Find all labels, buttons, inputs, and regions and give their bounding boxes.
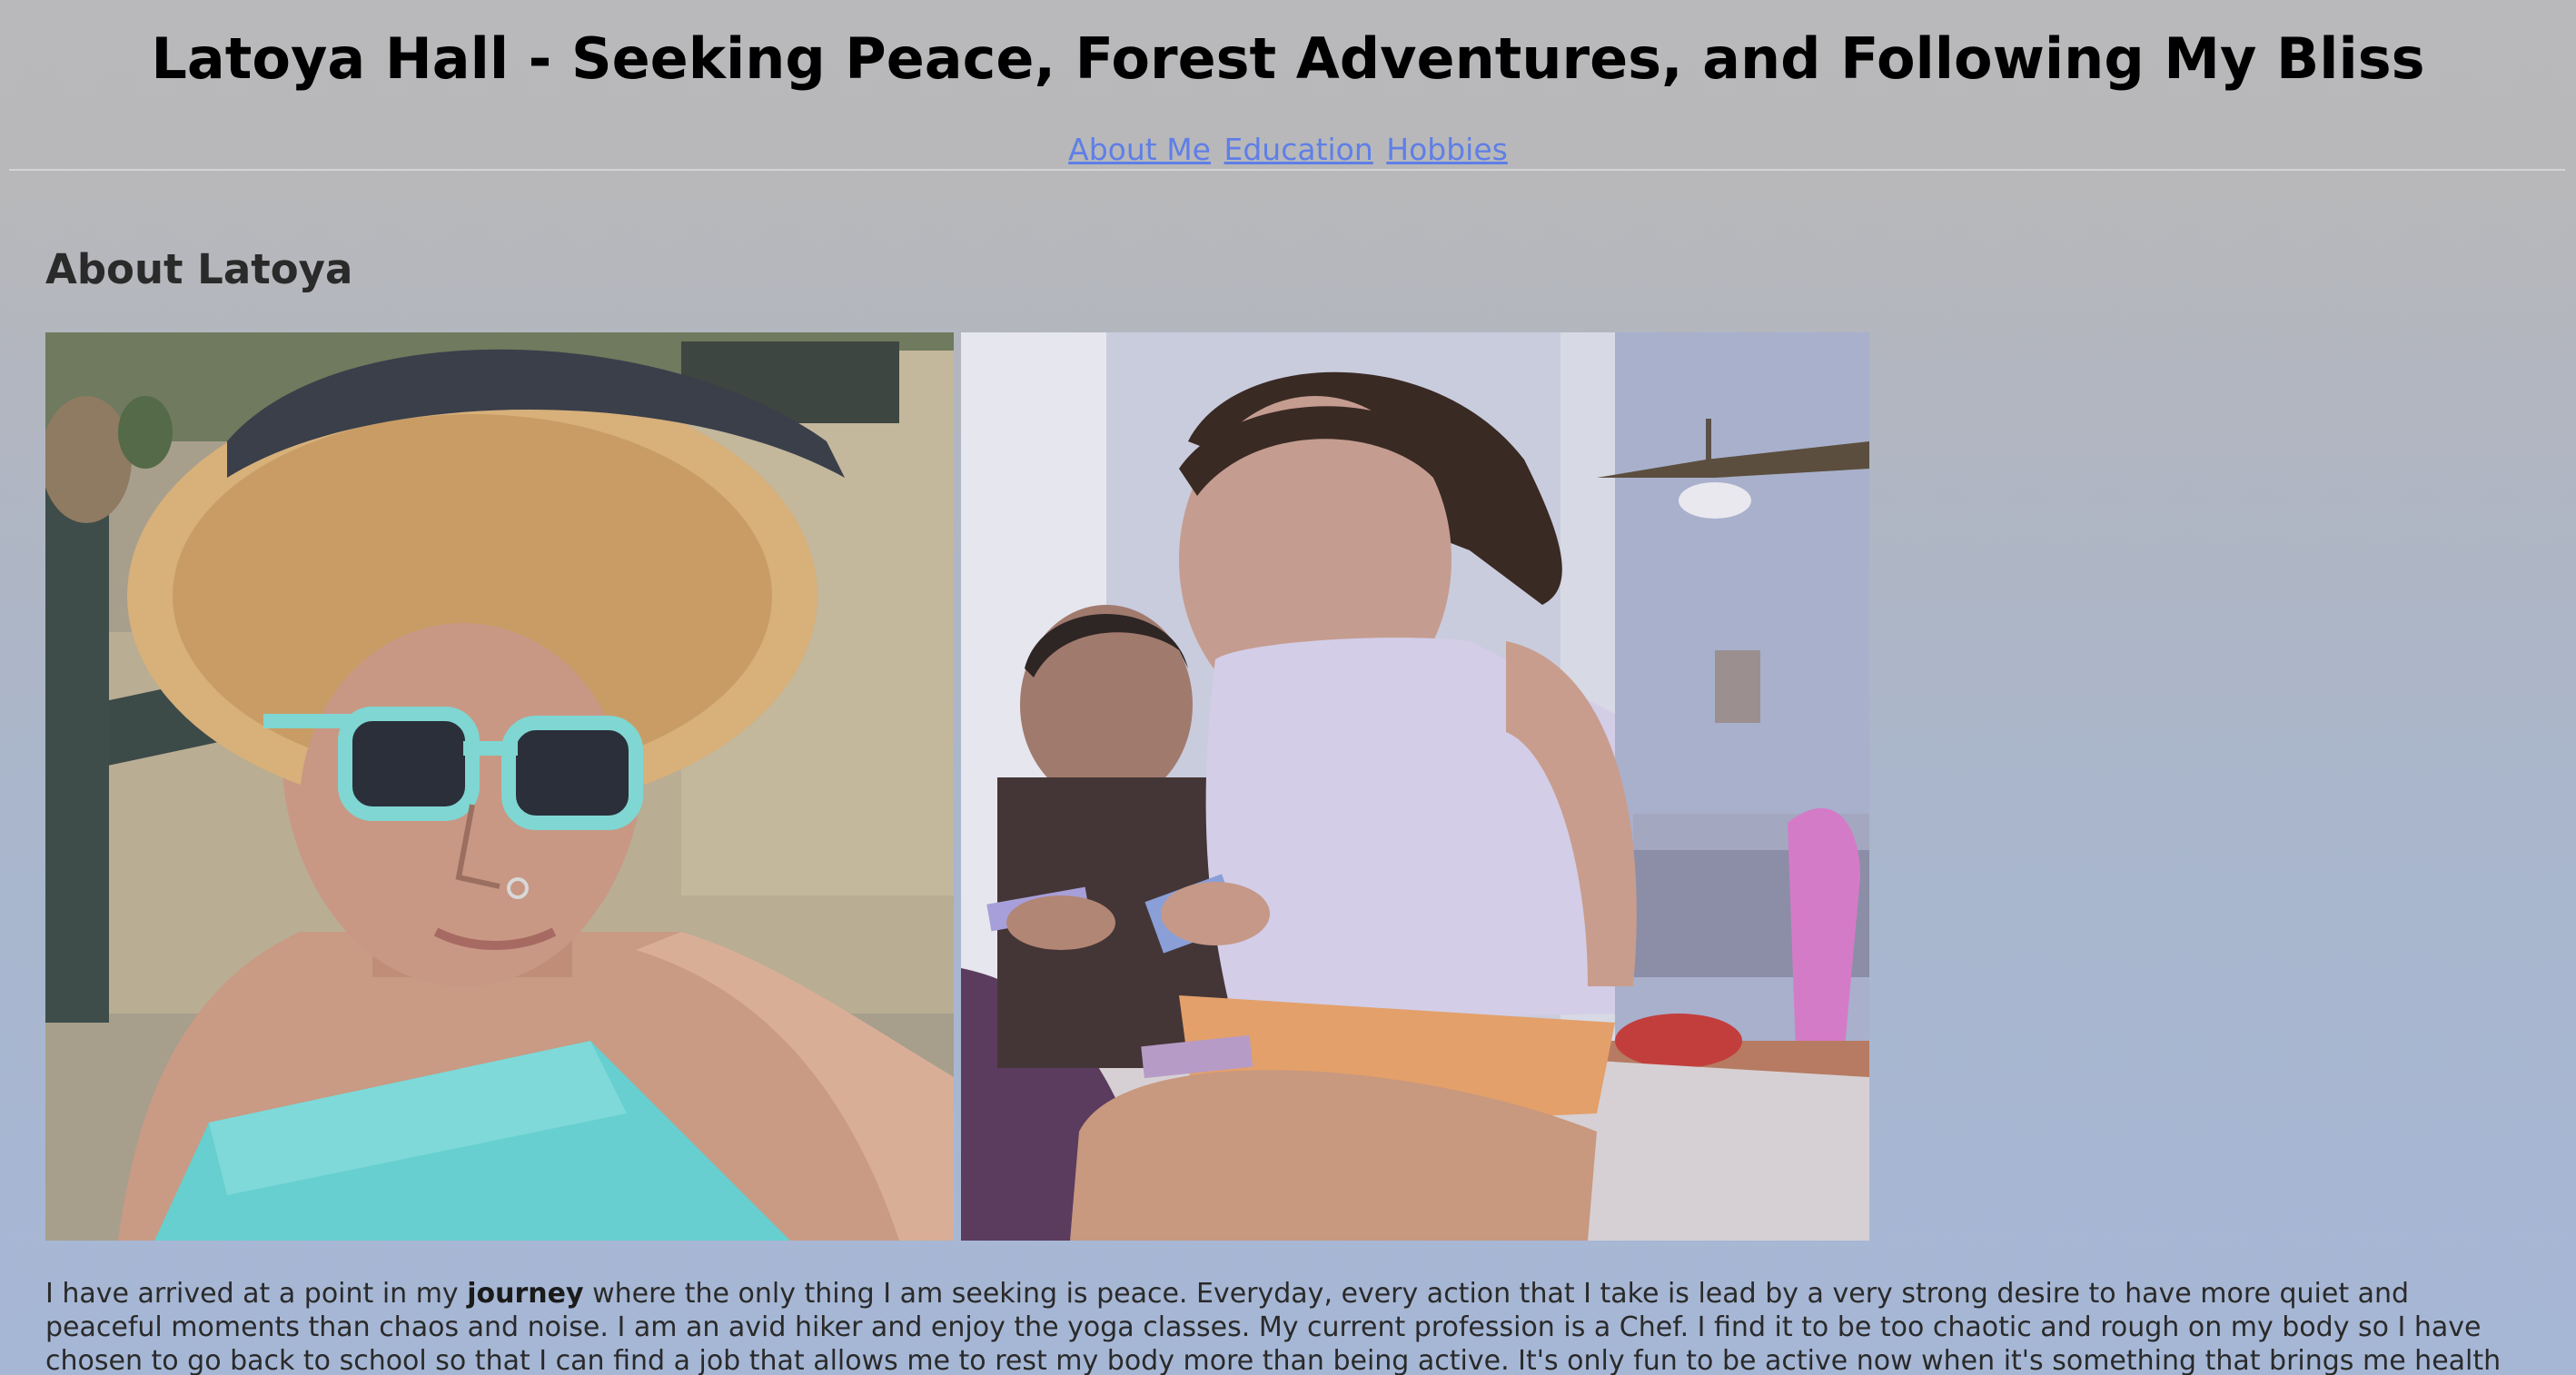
section-title-about: About Latoya <box>45 245 353 293</box>
nav-link-hobbies[interactable]: Hobbies <box>1386 132 1508 167</box>
header-divider <box>9 169 2565 171</box>
about-text-bold-journey: journey <box>467 1278 584 1310</box>
nav-link-about-me[interactable]: About Me <box>1068 132 1211 167</box>
page-title: Latoya Hall - Seeking Peace, Forest Adve… <box>151 25 2425 92</box>
about-text-start: I have arrived at a point in my <box>45 1278 468 1310</box>
site-header: Latoya Hall - Seeking Peace, Forest Adve… <box>0 0 2576 173</box>
nav-link-education[interactable]: Education <box>1224 132 1372 167</box>
about-paragraph: I have arrived at a point in my journey … <box>45 1277 2534 1375</box>
top-nav: About Me Education Hobbies <box>0 132 2576 167</box>
photo-children-with-cards <box>961 332 1869 1241</box>
photo-woman-in-hat <box>45 332 954 1241</box>
